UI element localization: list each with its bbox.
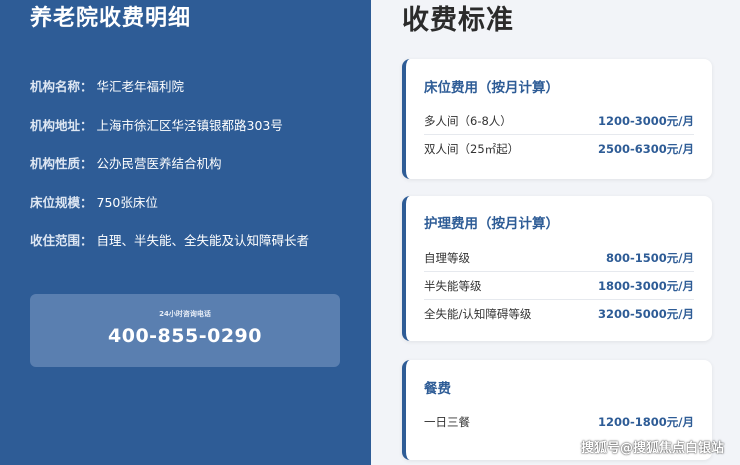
info-value: 自理、半失能、全失能及认知障碍长者 — [96, 233, 310, 248]
card-title: 护理费用（按月计算） — [424, 216, 559, 232]
price-row: 半失能等级 1800-3000元/月 — [424, 272, 694, 300]
price-row: 多人间（6-8人） 1200-3000元/月 — [424, 107, 694, 135]
info-label: 收住范围： — [30, 233, 93, 248]
price-name: 自理等级 — [424, 250, 470, 265]
price-value: 3200-5000元/月 — [598, 307, 694, 321]
price-name: 多人间（6-8人） — [424, 113, 512, 128]
price-row: 自理等级 800-1500元/月 — [424, 244, 694, 272]
price-value: 1200-1800元/月 — [598, 415, 694, 429]
card-title: 餐费 — [424, 381, 451, 397]
bed-fee-card: 床位费用（按月计算） 多人间（6-8人） 1200-3000元/月 双人间（25… — [402, 59, 712, 179]
info-label: 机构地址： — [30, 117, 93, 133]
info-value: 华汇老年福利院 — [96, 79, 185, 94]
info-row-name: 机构名称： 华汇老年福利院 — [30, 78, 309, 96]
info-label: 床位规模： — [30, 194, 93, 210]
info-value: 750张床位 — [96, 194, 158, 210]
price-value: 1200-3000元/月 — [598, 113, 694, 128]
page-title: 养老院收费明细 — [30, 6, 192, 31]
price-name: 半失能等级 — [424, 278, 482, 293]
nursing-fee-card: 护理费用（按月计算） 自理等级 800-1500元/月 半失能等级 1800-3… — [402, 196, 712, 341]
hotline-caption: 24小时咨询电话 — [159, 310, 211, 318]
info-label: 机构名称： — [30, 79, 93, 94]
price-value: 2500-6300元/月 — [598, 142, 694, 156]
price-row: 一日三餐 1200-1800元/月 — [424, 408, 694, 436]
info-row-beds: 床位规模： 750张床位 — [30, 194, 309, 212]
price-value: 800-1500元/月 — [606, 250, 694, 265]
left-panel: 养老院收费明细 机构名称： 华汇老年福利院 机构地址： 上海市徐汇区华泾镇银都路… — [0, 0, 371, 465]
price-name: 全失能/认知障碍等级 — [424, 307, 532, 321]
price-row: 全失能/认知障碍等级 3200-5000元/月 — [424, 300, 694, 328]
institution-info-list: 机构名称： 华汇老年福利院 机构地址： 上海市徐汇区华泾镇银都路303号 机构性… — [30, 78, 309, 271]
info-row-address: 机构地址： 上海市徐汇区华泾镇银都路303号 — [30, 117, 309, 135]
watermark: 搜狐号@搜狐焦点白银站 — [580, 441, 724, 456]
info-row-scope: 收住范围： 自理、半失能、全失能及认知障碍长者 — [30, 232, 309, 250]
info-label: 机构性质： — [30, 156, 93, 171]
price-name: 双人间（25㎡起） — [424, 142, 520, 156]
card-title: 床位费用（按月计算） — [424, 80, 559, 96]
info-value: 上海市徐汇区华泾镇银都路303号 — [96, 117, 283, 133]
info-row-nature: 机构性质： 公办民营医养结合机构 — [30, 155, 309, 173]
hotline-number[interactable]: 400-855-0290 — [30, 324, 340, 348]
price-name: 一日三餐 — [424, 415, 470, 429]
price-value: 1800-3000元/月 — [598, 278, 694, 293]
hotline-box: 24小时咨询电话 400-855-0290 — [30, 294, 340, 367]
price-row: 双人间（25㎡起） 2500-6300元/月 — [424, 135, 694, 163]
info-value: 公办民营医养结合机构 — [96, 156, 222, 171]
fee-standard-title: 收费标准 — [402, 5, 514, 36]
